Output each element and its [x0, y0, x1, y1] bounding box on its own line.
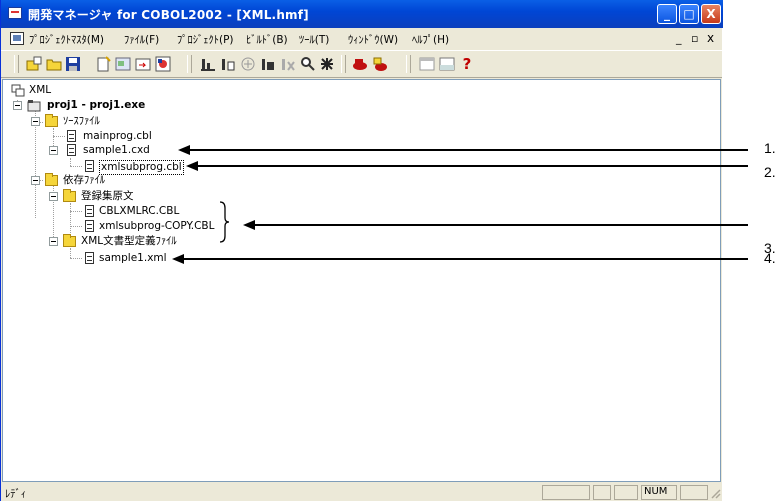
tree-root-label[interactable]: XML [29, 84, 51, 97]
collapse-toggle[interactable] [31, 117, 40, 126]
menu-build[interactable]: ﾋﾞﾙﾄﾞ(B) [246, 32, 288, 47]
collapse-toggle[interactable] [31, 176, 40, 185]
callout-number: 2. [764, 164, 776, 180]
menu-project[interactable]: ﾌﾟﾛｼﾞｪｸﾄ(P) [177, 32, 234, 47]
output-window-icon[interactable] [439, 56, 455, 72]
num-lock-indicator: NUM [644, 486, 668, 497]
file-icon [85, 220, 94, 232]
window-title: 開発マネージャ for COBOL2002 - [XML.hmf] [28, 8, 309, 22]
app-window: 開発マネージャ for COBOL2002 - [XML.hmf] _ □ X … [0, 0, 723, 501]
add-file-icon[interactable] [96, 56, 112, 72]
rebuild-icon[interactable] [220, 56, 236, 72]
callout-number: 4. [764, 250, 776, 266]
file-icon [67, 130, 76, 142]
tree-line [35, 110, 36, 218]
mdi-minimize-button[interactable]: _ [676, 32, 682, 45]
status-text: ﾚﾃﾞｨ [5, 488, 26, 500]
callout-number: 1. [764, 140, 776, 156]
build-icon[interactable] [200, 56, 216, 72]
file-icon [85, 160, 94, 172]
mdi-restore-button[interactable]: ▫ [691, 32, 698, 45]
tree-line [70, 258, 82, 259]
toolbar-grip[interactable] [14, 55, 19, 73]
folder-icon [63, 189, 76, 202]
callout-line [196, 165, 748, 167]
tree-file-cblxmlrc[interactable]: CBLXMLRC.CBL [99, 205, 179, 218]
menu-bar: ﾌﾟﾛｼﾞｪｸﾄﾏｽﾀ(M) ﾌｧｲﾙ(F) ﾌﾟﾛｼﾞｪｸﾄ(P) ﾋﾞﾙﾄﾞ… [1, 29, 722, 49]
record-icon[interactable] [352, 56, 368, 72]
new-project-icon[interactable] [26, 56, 42, 72]
file-icon [67, 144, 76, 156]
properties-icon[interactable] [115, 56, 131, 72]
maximize-button[interactable]: □ [679, 4, 699, 24]
search-icon[interactable] [300, 56, 316, 72]
compile-icon[interactable] [240, 56, 256, 72]
minimize-button[interactable]: _ [657, 4, 677, 24]
tree-line [70, 203, 71, 233]
mdi-close-button[interactable]: x [707, 31, 714, 45]
window-list-icon[interactable] [419, 56, 435, 72]
link-build-icon[interactable] [260, 56, 276, 72]
tree-dependency-folder[interactable]: 依存ﾌｧｲﾙ [63, 174, 105, 187]
tree-file-xmlsubprog[interactable]: xmlsubprog.cbl [99, 160, 184, 175]
folder-icon [45, 173, 58, 186]
resize-grip-icon[interactable] [709, 487, 721, 499]
workspace-icon [11, 84, 25, 97]
status-panel [593, 485, 611, 500]
project-tree[interactable]: XML proj1 - proj1.exe ｿｰｽﾌｧｲﾙ mainprog.c… [2, 79, 721, 482]
callout-line [182, 258, 748, 260]
open-folder-icon[interactable] [46, 56, 62, 72]
help-icon[interactable]: ? [459, 56, 475, 72]
clean-icon[interactable] [280, 56, 296, 72]
menu-tools[interactable]: ﾂｰﾙ(T) [299, 32, 329, 47]
status-panel [680, 485, 708, 500]
tree-file-sample1-xml[interactable]: sample1.xml [99, 252, 167, 265]
folder-icon [45, 114, 58, 127]
tree-line [53, 136, 65, 137]
status-panel [542, 485, 590, 500]
tree-file-sample1-cxd[interactable]: sample1.cxd [83, 144, 150, 157]
menu-project-master[interactable]: ﾌﾟﾛｼﾞｪｸﾄﾏｽﾀ(M) [29, 32, 104, 47]
tree-file-mainprog[interactable]: mainprog.cbl [83, 130, 152, 143]
tree-line [70, 226, 82, 227]
tree-line [70, 211, 82, 212]
status-bar: ﾚﾃﾞｨ NUM [1, 483, 722, 501]
link-icon[interactable] [135, 56, 151, 72]
file-icon [85, 252, 94, 264]
callout-line [188, 149, 748, 151]
toolbar-grip[interactable] [406, 55, 411, 73]
toolbar-grip[interactable] [341, 55, 346, 73]
file-icon [85, 205, 94, 217]
menu-file[interactable]: ﾌｧｲﾙ(F) [124, 32, 159, 47]
toolbar-grip[interactable] [187, 55, 192, 73]
brace [219, 201, 230, 243]
tree-line [70, 248, 71, 258]
toolbar: ? [1, 50, 722, 78]
tree-line [70, 166, 82, 167]
collapse-toggle[interactable] [49, 146, 58, 155]
tree-line [70, 158, 71, 166]
tree-file-xmlsubprog-copy[interactable]: xmlsubprog-COPY.CBL [99, 220, 215, 233]
document-icon[interactable] [10, 32, 24, 45]
image-icon[interactable] [155, 56, 171, 72]
close-button[interactable]: X [701, 4, 721, 24]
save-icon[interactable] [65, 56, 81, 72]
tree-source-folder[interactable]: ｿｰｽﾌｧｲﾙ [63, 115, 100, 128]
title-bar[interactable]: 開発マネージャ for COBOL2002 - [XML.hmf] _ □ X [1, 0, 723, 28]
collapse-toggle[interactable] [13, 101, 22, 110]
app-icon [8, 7, 22, 19]
execute-icon[interactable] [372, 56, 388, 72]
tree-project-label[interactable]: proj1 - proj1.exe [47, 99, 145, 112]
folder-icon [63, 234, 76, 247]
project-icon [27, 100, 41, 112]
tree-xml-dtd-folder[interactable]: XML文書型定義ﾌｧｲﾙ [81, 235, 177, 248]
tree-copy-library-folder[interactable]: 登録集原文 [81, 190, 134, 203]
collapse-toggle[interactable] [49, 192, 58, 201]
status-panel [614, 485, 638, 500]
collapse-toggle[interactable] [49, 237, 58, 246]
menu-window[interactable]: ｳｨﾝﾄﾞｳ(W) [348, 32, 398, 47]
debug-icon[interactable] [319, 56, 335, 72]
menu-help[interactable]: ﾍﾙﾌﾟ(H) [412, 32, 449, 47]
callout-line [253, 224, 748, 226]
